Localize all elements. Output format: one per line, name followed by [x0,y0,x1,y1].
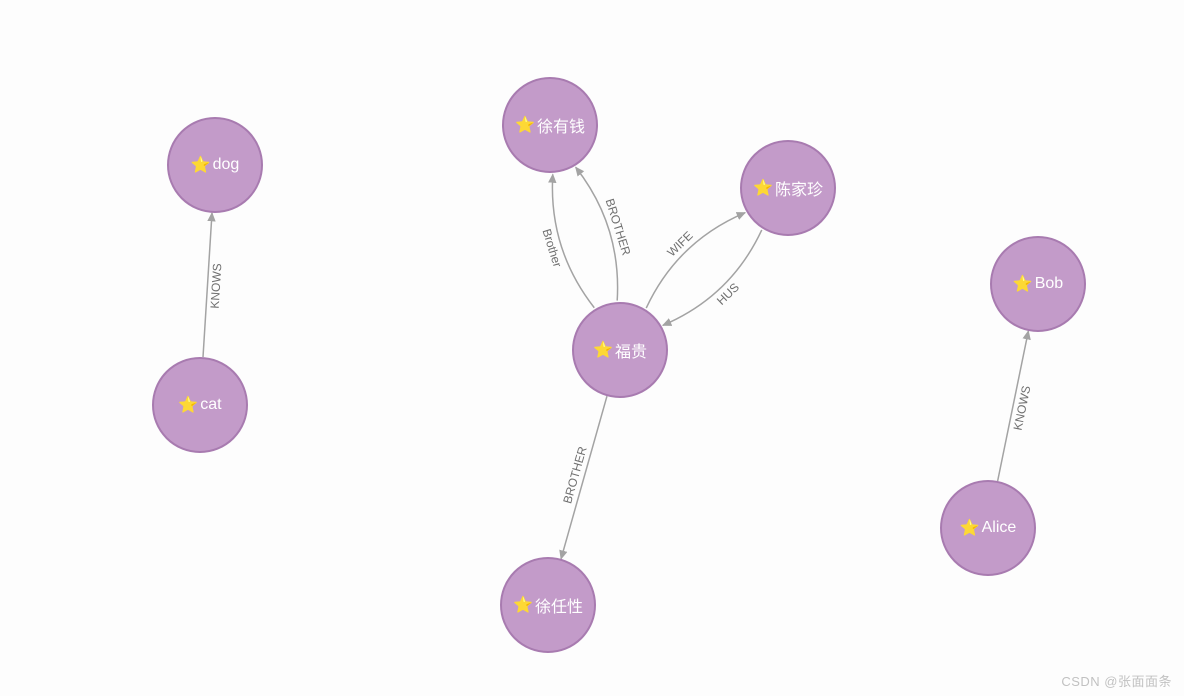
graph-node-fugui[interactable]: ⭐福贵 [572,302,668,398]
star-icon: ⭐ [960,518,980,538]
node-label: 徐任性 [535,593,583,617]
node-label: 徐有钱 [537,113,585,137]
node-label: Alice [982,519,1017,537]
graph-node-xurenxing[interactable]: ⭐徐任性 [500,557,596,653]
graph-node-alice[interactable]: ⭐Alice [940,480,1036,576]
star-icon: ⭐ [515,115,535,135]
star-icon: ⭐ [178,395,198,415]
graph-node-chenjiazhen[interactable]: ⭐陈家珍 [740,140,836,236]
star-icon: ⭐ [753,178,773,198]
edge-alice-bob [998,331,1029,481]
edge-fugui-xuyouqian [576,167,618,300]
node-label: 福贵 [615,338,647,362]
edge-label: WIFE [665,229,696,260]
star-icon: ⭐ [593,340,613,360]
edge-label: KNOWS [1010,384,1033,431]
node-label: Bob [1035,275,1063,293]
graph-canvas[interactable]: ⭐dog⭐cat⭐徐有钱⭐陈家珍⭐福贵⭐徐任性⭐Bob⭐Alice KNOWSB… [0,0,1184,696]
graph-node-dog[interactable]: ⭐dog [167,117,263,213]
edge-cat-dog [203,213,212,357]
graph-node-cat[interactable]: ⭐cat [152,357,248,453]
graph-node-bob[interactable]: ⭐Bob [990,236,1086,332]
node-label: 陈家珍 [775,176,823,200]
edge-label: Brother [540,227,565,269]
edge-label: KNOWS [208,262,225,308]
star-icon: ⭐ [191,155,211,175]
edge-chenjiazhen-fugui [663,230,762,325]
star-icon: ⭐ [513,595,533,615]
star-icon: ⭐ [1013,274,1033,294]
edge-label: HUS [714,280,742,308]
edge-label: BROTHER [561,445,590,505]
node-label: dog [213,156,240,174]
node-label: cat [200,396,221,414]
edge-label: BROTHER [602,197,633,257]
edge-fugui-xuyouqian [552,174,594,307]
graph-node-xuyouqian[interactable]: ⭐徐有钱 [502,77,598,173]
edge-fugui-xurenxing [561,396,607,559]
edge-fugui-chenjiazhen [646,213,745,308]
watermark: CSDN @张面面条 [1061,671,1172,690]
